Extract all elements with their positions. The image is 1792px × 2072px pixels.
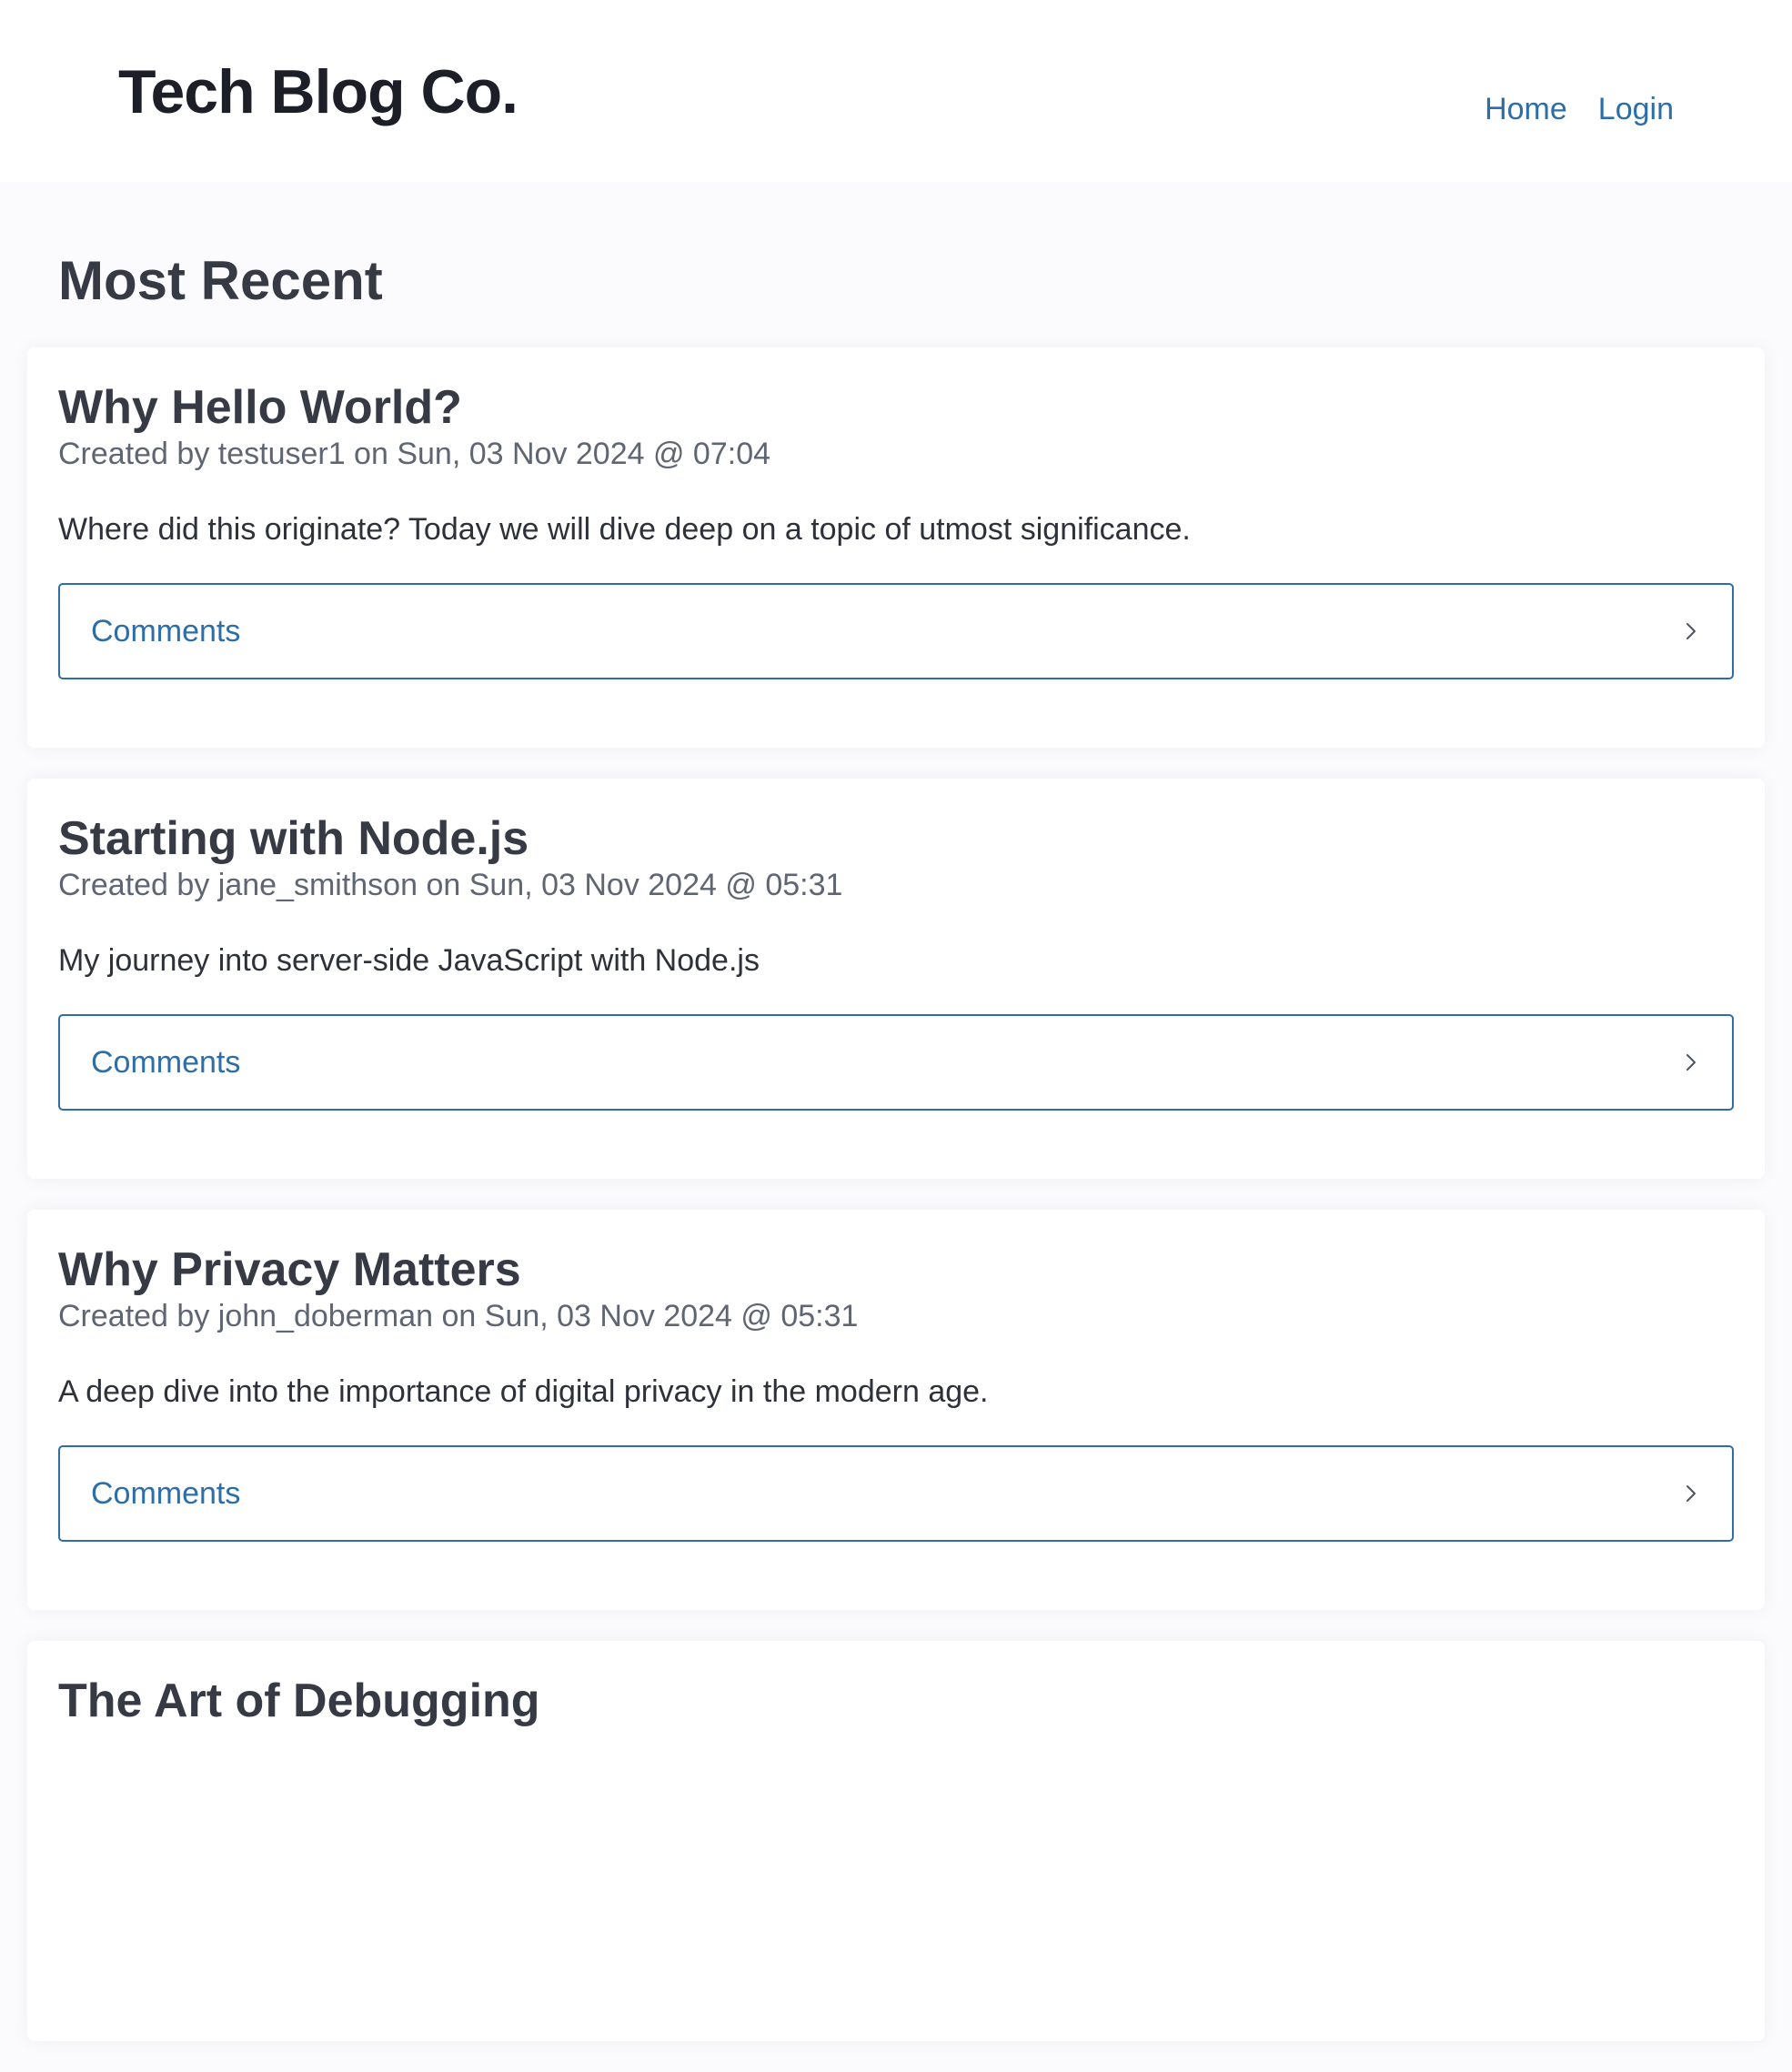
comments-label: Comments	[91, 1044, 241, 1080]
comments-button[interactable]: Comments	[58, 1444, 1734, 1542]
post-card: The Art of Debugging	[27, 1641, 1765, 2041]
nav-login-link[interactable]: Login	[1598, 91, 1674, 128]
post-title[interactable]: The Art of Debugging	[58, 1674, 1734, 1729]
chevron-right-icon	[1681, 621, 1701, 641]
chevron-right-icon	[1681, 1484, 1701, 1504]
post-meta: Created by testuser1 on Sun, 03 Nov 2024…	[58, 437, 771, 472]
comments-label: Comments	[91, 1475, 241, 1511]
post-body: A deep dive into the importance of digit…	[58, 1374, 989, 1410]
main-nav: Home Login	[1485, 91, 1674, 128]
post-body: Where did this originate? Today we will …	[58, 512, 1191, 548]
post-card: Why Hello World? Created by testuser1 on…	[27, 347, 1765, 748]
post-body: My journey into server-side JavaScript w…	[58, 943, 760, 979]
nav-home-link[interactable]: Home	[1485, 91, 1567, 128]
chevron-right-icon	[1681, 1052, 1701, 1072]
post-meta: Created by john_doberman on Sun, 03 Nov …	[58, 1299, 859, 1334]
comments-button[interactable]: Comments	[58, 582, 1734, 679]
comments-label: Comments	[91, 613, 241, 649]
post-card: Why Privacy Matters Created by john_dobe…	[27, 1210, 1765, 1610]
brand-title[interactable]: Tech Blog Co.	[118, 58, 518, 126]
site-header: Tech Blog Co. Home Login	[0, 0, 1792, 182]
post-meta: Created by jane_smithson on Sun, 03 Nov …	[58, 868, 843, 903]
post-list: Why Hello World? Created by testuser1 on…	[27, 347, 1765, 2072]
post-title[interactable]: Why Privacy Matters	[58, 1242, 1734, 1298]
comments-button[interactable]: Comments	[58, 1013, 1734, 1111]
post-title[interactable]: Starting with Node.js	[58, 811, 1734, 867]
section-title: Most Recent	[58, 250, 383, 311]
post-card: Starting with Node.js Created by jane_sm…	[27, 779, 1765, 1179]
post-title[interactable]: Why Hello World?	[58, 380, 1734, 436]
